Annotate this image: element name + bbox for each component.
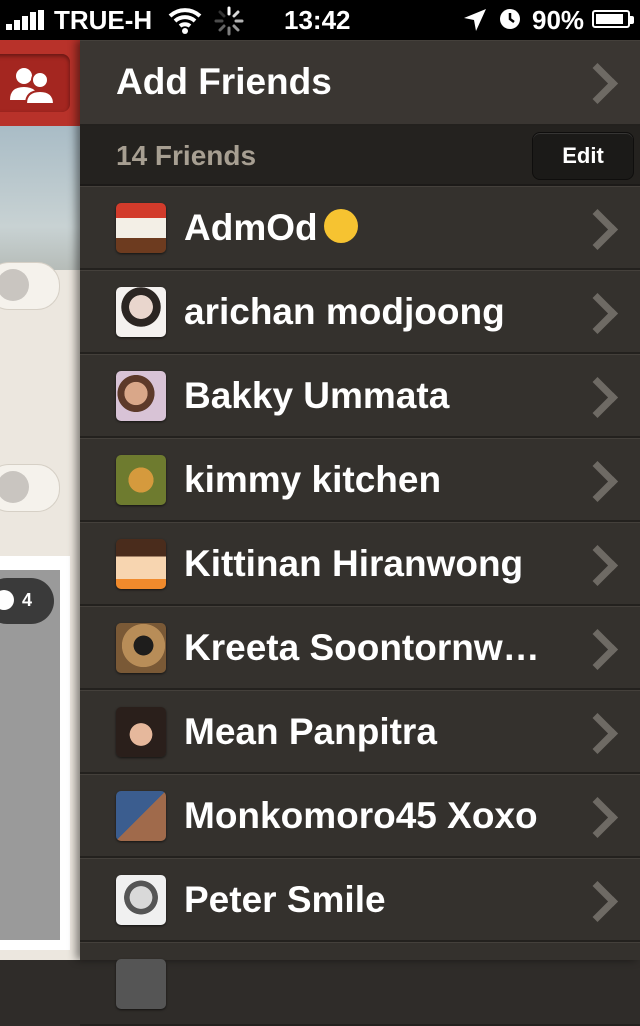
chevron-right-icon — [576, 796, 619, 839]
friend-name: Monkomoro45 Xoxo — [184, 795, 538, 836]
chevron-right-icon — [576, 376, 619, 419]
friend-avatar — [116, 371, 166, 421]
friend-name: Kreeta Soontornw… — [184, 627, 540, 668]
top-nav-bar — [0, 40, 80, 126]
friend-avatar — [116, 875, 166, 925]
emotion-button[interactable] — [0, 464, 60, 512]
chevron-right-icon — [576, 208, 619, 251]
friend-row[interactable]: Mean Panpitra — [80, 690, 640, 774]
friend-row[interactable]: Peter Smile — [80, 858, 640, 942]
activity-spinner-icon — [214, 6, 244, 36]
friend-name: AdmOd — [184, 207, 358, 249]
friend-row[interactable]: Kreeta Soontornw… — [80, 606, 640, 690]
moment-card[interactable]: 4 — [0, 556, 70, 950]
chevron-right-icon — [576, 628, 619, 671]
friends-section-header: 14 Friends Edit — [80, 126, 640, 186]
friend-avatar — [116, 539, 166, 589]
location-arrow-icon — [464, 9, 486, 31]
face-screaming-emoji-icon — [323, 209, 358, 244]
comment-icon — [0, 590, 14, 610]
chevron-right-icon — [576, 880, 619, 923]
comment-count: 4 — [22, 590, 33, 610]
friend-avatar — [116, 455, 166, 505]
chevron-right-icon — [576, 62, 619, 105]
wifi-icon — [168, 8, 202, 34]
battery-icon — [592, 10, 634, 28]
chevron-right-icon — [576, 460, 619, 503]
friend-name: Peter Smile — [184, 879, 386, 920]
friend-row[interactable] — [80, 942, 640, 1026]
friends-drawer: Add Friends 14 Friends Edit AdmOd aricha… — [80, 40, 640, 1026]
friend-row[interactable]: Monkomoro45 Xoxo — [80, 774, 640, 858]
friend-name: Mean Panpitra — [184, 711, 437, 752]
emotion-button[interactable] — [0, 262, 60, 310]
friend-avatar — [116, 623, 166, 673]
smiley-icon — [0, 471, 29, 503]
friend-avatar — [116, 707, 166, 757]
alarm-clock-icon — [500, 9, 520, 29]
comment-count-badge[interactable]: 4 — [0, 578, 54, 624]
friend-row[interactable]: Kittinan Hiranwong — [80, 522, 640, 606]
friend-avatar — [116, 287, 166, 337]
friend-row[interactable]: AdmOd — [80, 186, 640, 270]
friend-row[interactable]: kimmy kitchen — [80, 438, 640, 522]
clock: 13:42 — [284, 5, 351, 35]
friends-count: 14 Friends — [116, 140, 257, 171]
edit-button[interactable]: Edit — [532, 132, 634, 180]
underlying-feed-peek[interactable]: 4 — [0, 40, 80, 960]
chevron-right-icon — [576, 292, 619, 335]
moment-photo — [0, 570, 60, 940]
battery-level-fill — [596, 14, 623, 24]
chevron-right-icon — [576, 712, 619, 755]
friend-name: kimmy kitchen — [184, 459, 442, 500]
add-friends-row[interactable]: Add Friends — [80, 40, 640, 126]
status-bar: TRUE-H 13:42 90% — [0, 0, 640, 40]
friend-row[interactable]: arichan modjoong — [80, 270, 640, 354]
smiley-icon — [0, 269, 29, 301]
friend-avatar — [116, 203, 166, 253]
carrier-name: TRUE-H — [54, 5, 153, 35]
chevron-right-icon — [576, 544, 619, 587]
friend-name: arichan modjoong — [184, 291, 505, 332]
friend-avatar — [116, 791, 166, 841]
friend-name: Kittinan Hiranwong — [184, 543, 524, 584]
friends-drawer-button[interactable] — [0, 54, 70, 112]
add-friends-label: Add Friends — [116, 61, 332, 102]
friend-row[interactable]: Bakky Ummata — [80, 354, 640, 438]
signal-strength-icon — [6, 10, 46, 30]
cover-photo — [0, 126, 80, 270]
friend-name: Bakky Ummata — [184, 375, 450, 416]
friends-icon — [10, 68, 56, 105]
friend-avatar — [116, 959, 166, 1009]
battery-percent: 90% — [532, 5, 585, 35]
